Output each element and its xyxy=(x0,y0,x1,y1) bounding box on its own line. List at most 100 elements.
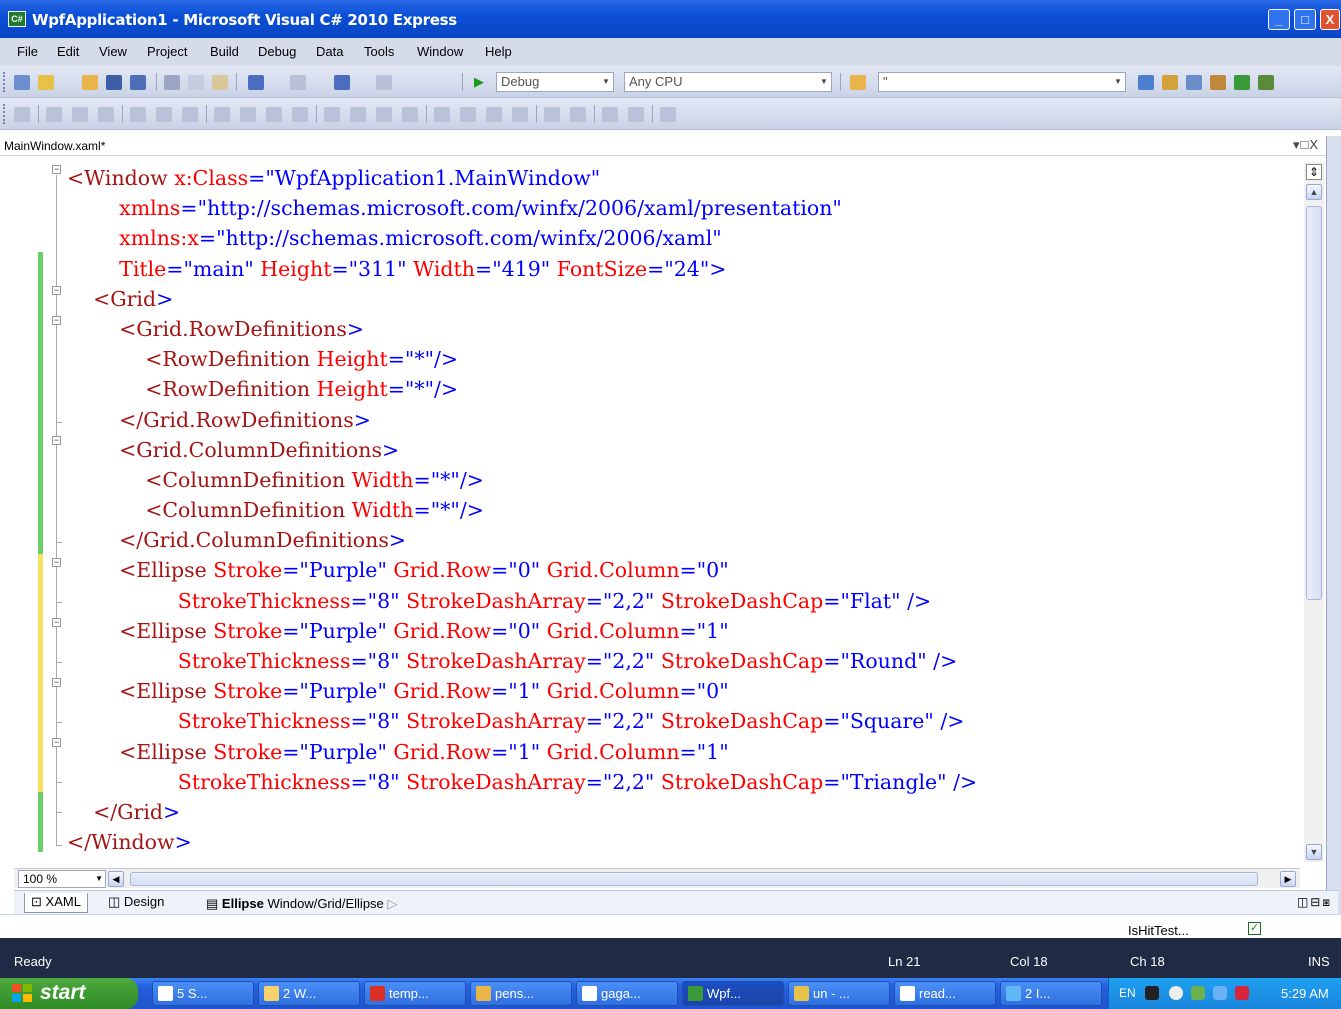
taskbar-button[interactable]: gaga... xyxy=(576,981,678,1006)
align-lefts-icon[interactable] xyxy=(46,107,62,122)
menu-file[interactable]: File xyxy=(17,44,38,59)
taskbar-button[interactable]: 5 S... xyxy=(152,981,254,1006)
menu-data[interactable]: Data xyxy=(316,44,343,59)
chevron-left-tray-icon[interactable] xyxy=(1169,986,1183,1000)
selection-breadcrumb[interactable]: ▤ Ellipse Window/Grid/Ellipse ▷ xyxy=(206,896,397,912)
make-same-height-icon[interactable] xyxy=(240,107,256,122)
copy-icon[interactable] xyxy=(188,75,204,90)
extension-manager-icon[interactable] xyxy=(1258,75,1274,90)
collapse-icon[interactable]: − xyxy=(52,316,61,325)
navigate-forward-icon[interactable] xyxy=(376,75,392,90)
menu-project[interactable]: Project xyxy=(147,44,187,59)
language-indicator[interactable]: EN xyxy=(1119,986,1136,1000)
align-centers-icon[interactable] xyxy=(72,107,88,122)
align-bottoms-icon[interactable] xyxy=(182,107,198,122)
code-line[interactable]: StrokeThickness="8" StrokeDashArray="2,2… xyxy=(67,646,977,676)
decrease-horizontal-spacing-icon[interactable] xyxy=(376,107,392,122)
code-line[interactable]: <Ellipse Stroke="Purple" Grid.Row="0" Gr… xyxy=(67,555,977,585)
code-line[interactable]: xmlns:x="http://schemas.microsoft.com/wi… xyxy=(67,223,977,253)
document-window-controls[interactable]: ▾□X xyxy=(1293,137,1319,153)
collapse-icon[interactable]: − xyxy=(52,165,61,174)
collapse-icon[interactable]: − xyxy=(52,618,61,627)
code-line[interactable]: StrokeThickness="8" StrokeDashArray="2,2… xyxy=(67,586,977,616)
make-same-width-icon[interactable] xyxy=(214,107,230,122)
toolbar-grip[interactable] xyxy=(3,104,6,124)
code-line[interactable]: </Grid> xyxy=(67,797,977,827)
code-line[interactable]: <RowDefinition Height="*"/> xyxy=(67,374,977,404)
start-page-icon[interactable] xyxy=(1234,75,1250,90)
tab-order-icon[interactable] xyxy=(660,107,676,122)
menu-edit[interactable]: Edit xyxy=(57,44,79,59)
menu-view[interactable]: View xyxy=(99,44,127,59)
find-combo[interactable]: " ▼ xyxy=(878,72,1126,92)
antivirus-tray-icon[interactable] xyxy=(1235,986,1249,1000)
cut-icon[interactable] xyxy=(164,75,180,90)
code-line[interactable]: </Grid.RowDefinitions> xyxy=(67,405,977,435)
paste-icon[interactable] xyxy=(212,75,228,90)
menu-tools[interactable]: Tools xyxy=(364,44,394,59)
align-to-grid-icon[interactable] xyxy=(14,107,30,122)
help-tray-icon[interactable] xyxy=(1145,986,1159,1000)
code-line[interactable]: <ColumnDefinition Width="*"/> xyxy=(67,495,977,525)
minimize-button[interactable]: _ xyxy=(1268,9,1290,30)
collapse-icon[interactable]: − xyxy=(52,738,61,747)
tab-xaml[interactable]: ⊡ XAML xyxy=(24,893,88,913)
vertical-scroll-thumb[interactable] xyxy=(1306,206,1322,600)
xaml-code-editor[interactable]: − − − − − − − − <Window x:Class="WpfAppl… xyxy=(0,156,1326,860)
make-same-size-icon[interactable] xyxy=(266,107,282,122)
horizontal-scroll-thumb[interactable] xyxy=(130,872,1258,886)
save-icon[interactable] xyxy=(106,75,122,90)
add-item-icon[interactable] xyxy=(38,75,54,90)
center-vertically-icon[interactable] xyxy=(570,107,586,122)
align-middles-icon[interactable] xyxy=(156,107,172,122)
taskbar-button[interactable]: 2 I... xyxy=(1000,981,1102,1006)
taskbar-button[interactable]: un - ... xyxy=(788,981,890,1006)
platform-combo[interactable]: Any CPU ▼ xyxy=(624,72,832,92)
send-to-back-icon[interactable] xyxy=(628,107,644,122)
code-line[interactable]: <Ellipse Stroke="Purple" Grid.Row="0" Gr… xyxy=(67,616,977,646)
object-browser-icon[interactable] xyxy=(1186,75,1202,90)
code-line[interactable]: Title="main" Height="311" Width="419" Fo… xyxy=(67,254,977,284)
split-window-icon[interactable]: ⇕ xyxy=(1306,164,1322,180)
remove-vertical-spacing-icon[interactable] xyxy=(512,107,528,122)
horizontal-spacing-equal-icon[interactable] xyxy=(324,107,340,122)
toolbar-grip[interactable] xyxy=(3,72,6,92)
collapse-icon[interactable]: − xyxy=(52,436,61,445)
code-line[interactable]: </Grid.ColumnDefinitions> xyxy=(67,525,977,555)
tab-design[interactable]: ◫ Design xyxy=(102,893,170,913)
collapse-icon[interactable]: − xyxy=(52,678,61,687)
code-line[interactable]: StrokeThickness="8" StrokeDashArray="2,2… xyxy=(67,706,977,736)
maximize-button[interactable]: □ xyxy=(1294,9,1316,30)
docked-panel-edge[interactable] xyxy=(1326,136,1341,936)
center-horizontally-icon[interactable] xyxy=(544,107,560,122)
code-line[interactable]: <ColumnDefinition Width="*"/> xyxy=(67,465,977,495)
editor-vertical-scrollbar[interactable]: ⇕ ▲ ▼ xyxy=(1304,162,1324,862)
code-line[interactable]: <Window x:Class="WpfApplication1.MainWin… xyxy=(67,163,977,193)
breadcrumb-expand-icon[interactable]: ▷ xyxy=(387,896,397,911)
scroll-left-icon[interactable]: ◀ xyxy=(108,871,124,887)
code-line[interactable]: <Grid> xyxy=(67,284,977,314)
align-tops-icon[interactable] xyxy=(130,107,146,122)
decrease-vertical-spacing-icon[interactable] xyxy=(486,107,502,122)
scroll-down-icon[interactable]: ▼ xyxy=(1306,844,1322,860)
increase-horizontal-spacing-icon[interactable] xyxy=(350,107,366,122)
menu-window[interactable]: Window xyxy=(417,44,463,59)
scroll-up-icon[interactable]: ▲ xyxy=(1306,184,1322,200)
navigate-backward-icon[interactable] xyxy=(334,75,350,90)
ishittestvisible-checkbox[interactable]: ✓ xyxy=(1248,922,1261,935)
collapse-icon[interactable]: − xyxy=(52,286,61,295)
solution-config-combo[interactable]: Debug ▼ xyxy=(496,72,614,92)
code-line[interactable]: <RowDefinition Height="*"/> xyxy=(67,344,977,374)
code-line[interactable]: <Ellipse Stroke="Purple" Grid.Row="1" Gr… xyxy=(67,737,977,767)
code-line[interactable]: StrokeThickness="8" StrokeDashArray="2,2… xyxy=(67,767,977,797)
menu-debug[interactable]: Debug xyxy=(258,44,296,59)
network-tray-icon[interactable] xyxy=(1191,986,1205,1000)
taskbar-button[interactable]: 2 W... xyxy=(258,981,360,1006)
solution-explorer-icon[interactable] xyxy=(1138,75,1154,90)
toolbox-icon[interactable] xyxy=(1210,75,1226,90)
increase-vertical-spacing-icon[interactable] xyxy=(460,107,476,122)
code-line[interactable]: xmlns="http://schemas.microsoft.com/winf… xyxy=(67,193,977,223)
taskbar-button[interactable]: temp... xyxy=(364,981,466,1006)
find-in-files-icon[interactable] xyxy=(850,75,866,90)
taskbar-button[interactable]: read... xyxy=(894,981,996,1006)
